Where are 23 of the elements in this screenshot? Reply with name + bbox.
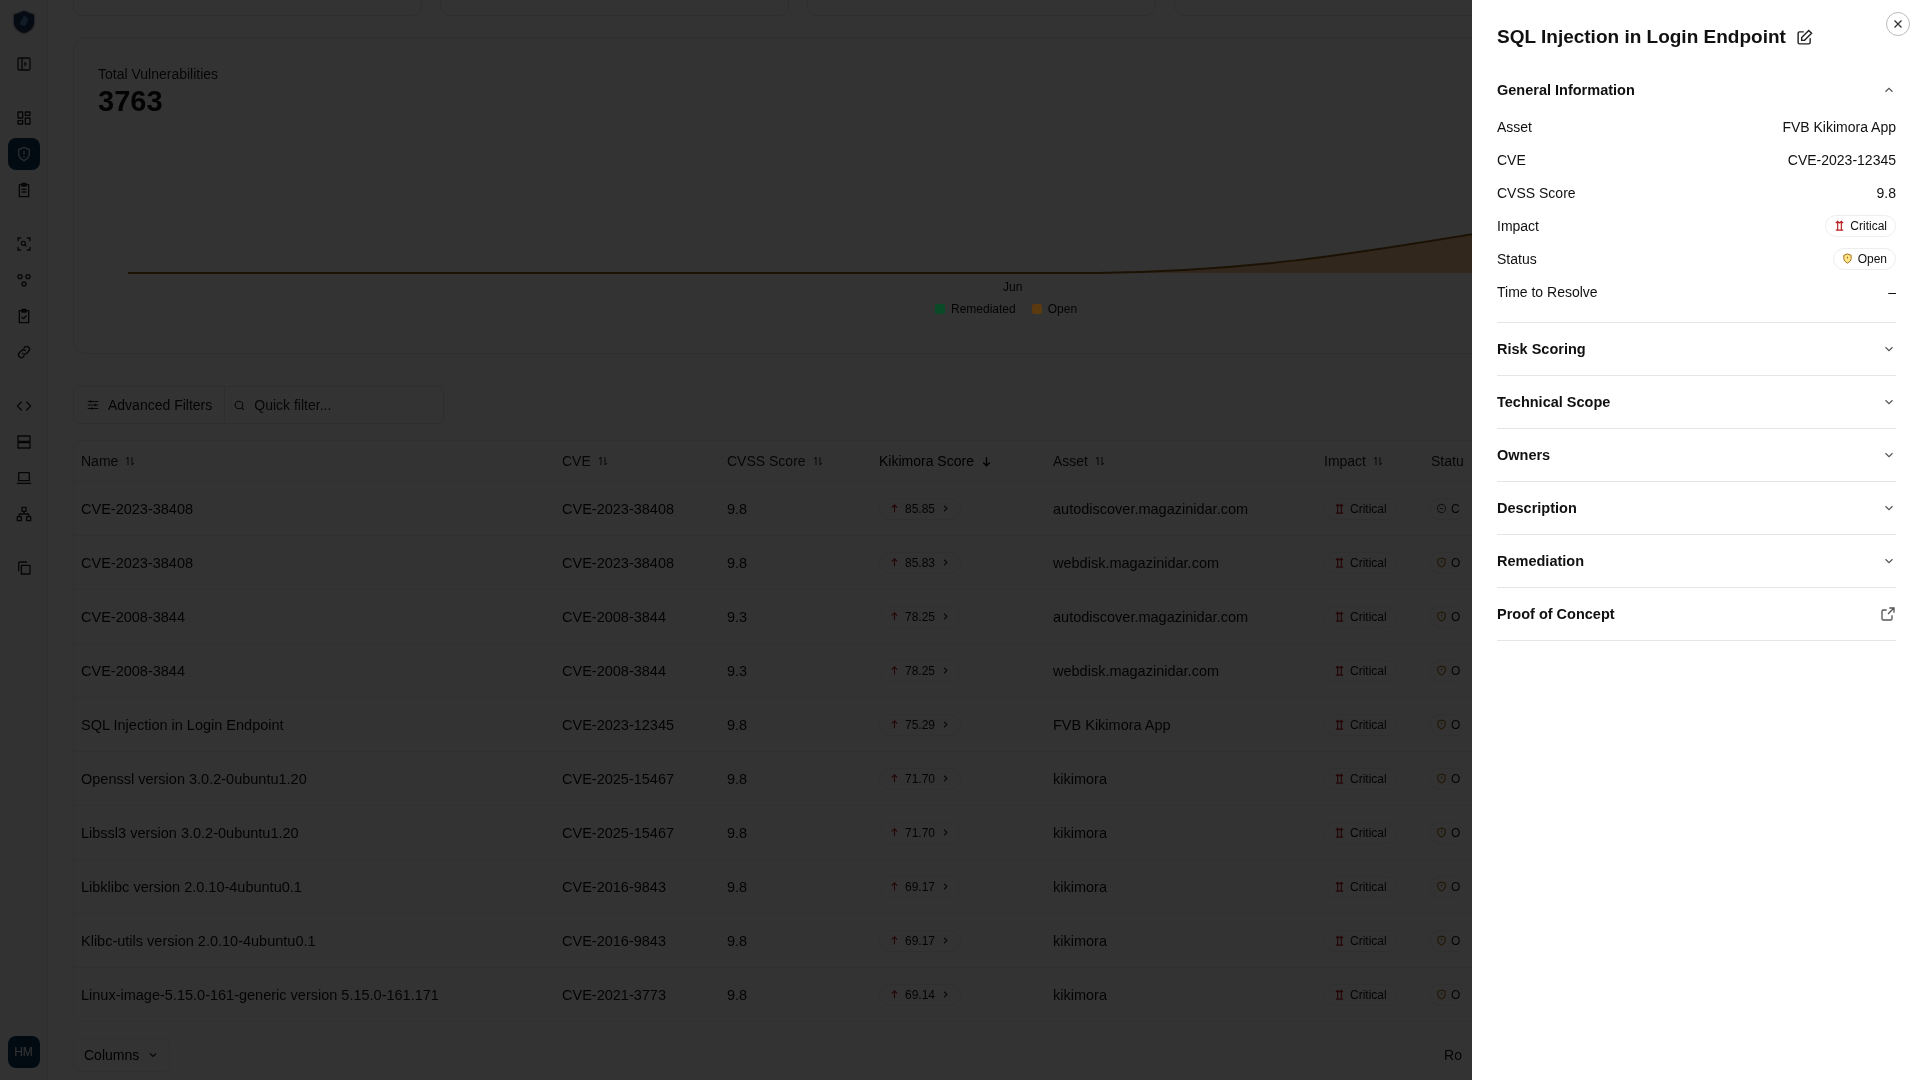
section-header[interactable]: General Information — [1497, 64, 1896, 116]
double-arrow-up-icon — [1834, 220, 1846, 231]
field-label: Impact — [1497, 217, 1539, 234]
section-header[interactable]: Description — [1497, 482, 1896, 534]
shield-icon — [1841, 253, 1853, 264]
external-link-icon — [1880, 606, 1896, 622]
section-link[interactable]: Proof of Concept — [1497, 588, 1896, 640]
field-label: CVSS Score — [1497, 184, 1576, 201]
section-header[interactable]: Technical Scope — [1497, 376, 1896, 428]
section-header[interactable]: Owners — [1497, 429, 1896, 481]
field-value: FVB Kikimora App — [1782, 118, 1896, 135]
field-label: CVE — [1497, 151, 1526, 168]
panel-title: SQL Injection in Login Endpoint — [1497, 26, 1786, 48]
field-value: – — [1888, 283, 1896, 300]
field-label: Time to Resolve — [1497, 283, 1598, 300]
section-header[interactable]: Remediation — [1497, 535, 1896, 587]
field-value: 9.8 — [1876, 184, 1896, 201]
edit-icon[interactable] — [1795, 28, 1813, 46]
field-label: Asset — [1497, 118, 1532, 135]
field-label: Status — [1497, 250, 1537, 267]
close-button[interactable] — [1886, 12, 1910, 36]
field-value: CVE-2023-12345 — [1787, 151, 1896, 168]
section-header[interactable]: Risk Scoring — [1497, 323, 1896, 375]
